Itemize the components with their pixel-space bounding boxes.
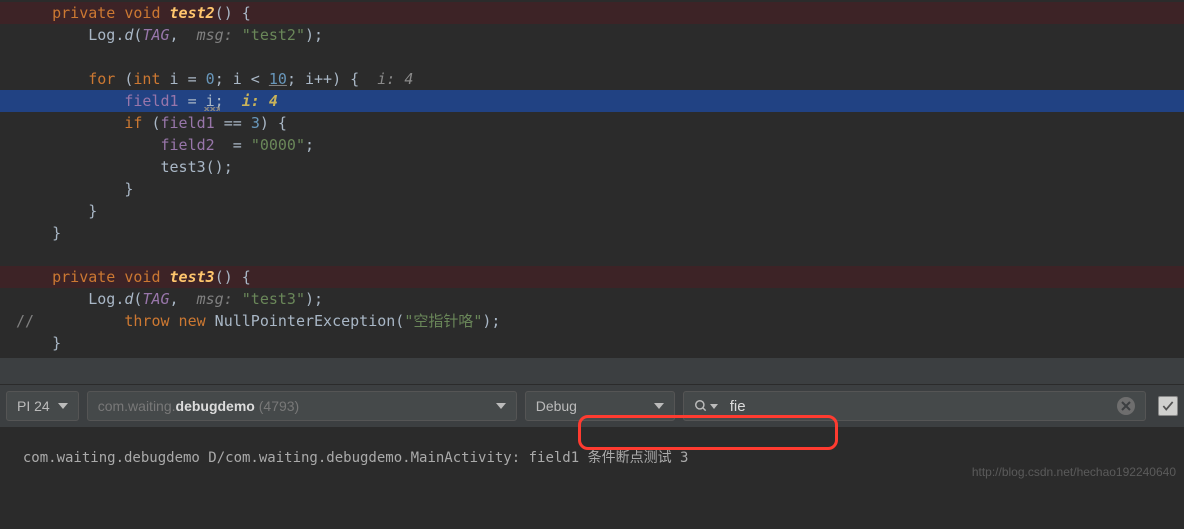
- chevron-down-icon: [710, 404, 718, 409]
- code-line: if (field1 == 3) {: [0, 112, 1184, 134]
- process-label: com.waiting.debugdemo (4793): [98, 398, 300, 414]
- clear-search-button[interactable]: [1117, 397, 1135, 415]
- code-line: }: [0, 332, 1184, 354]
- regex-checkbox[interactable]: [1158, 396, 1178, 416]
- current-execution-line: field1 = i; i: 4: [0, 90, 1184, 112]
- code-line: [0, 244, 1184, 266]
- search-icon[interactable]: [694, 399, 718, 413]
- code-line: [0, 46, 1184, 68]
- api-selector[interactable]: PI 24: [6, 391, 79, 421]
- chevron-down-icon: [654, 403, 664, 409]
- code-editor[interactable]: private void test2() { Log.d(TAG, msg: "…: [0, 0, 1184, 354]
- code-line: field2 = "0000";: [0, 134, 1184, 156]
- code-line: private void test3() {: [0, 266, 1184, 288]
- code-line: // throw new NullPointerException("空指针咯"…: [0, 310, 1184, 332]
- log-level-selector[interactable]: Debug: [525, 391, 675, 421]
- log-line: com.waiting.debugdemo D/com.waiting.debu…: [23, 450, 689, 466]
- code-line: for (int i = 0; i < 10; i++) { i: 4: [0, 68, 1184, 90]
- code-line: }: [0, 222, 1184, 244]
- code-line: Log.d(TAG, msg: "test3");: [0, 288, 1184, 310]
- code-line: }: [0, 178, 1184, 200]
- log-level-label: Debug: [536, 398, 577, 414]
- chevron-down-icon: [496, 403, 506, 409]
- close-icon: [1121, 401, 1131, 411]
- api-label: PI 24: [17, 398, 50, 414]
- watermark-text: http://blog.csdn.net/hechao192240640: [972, 465, 1176, 479]
- process-selector[interactable]: com.waiting.debugdemo (4793): [87, 391, 517, 421]
- log-output[interactable]: com.waiting.debugdemo D/com.waiting.debu…: [0, 427, 1184, 489]
- code-line: Log.d(TAG, msg: "test2");: [0, 24, 1184, 46]
- search-field-container: [683, 391, 1146, 421]
- search-input[interactable]: [730, 398, 1109, 415]
- code-line: test3();: [0, 156, 1184, 178]
- code-line: }: [0, 200, 1184, 222]
- code-line: private void test2() {: [0, 2, 1184, 24]
- check-icon: [1161, 399, 1175, 413]
- logcat-toolbar: PI 24 com.waiting.debugdemo (4793) Debug: [0, 385, 1184, 427]
- chevron-down-icon: [58, 403, 68, 409]
